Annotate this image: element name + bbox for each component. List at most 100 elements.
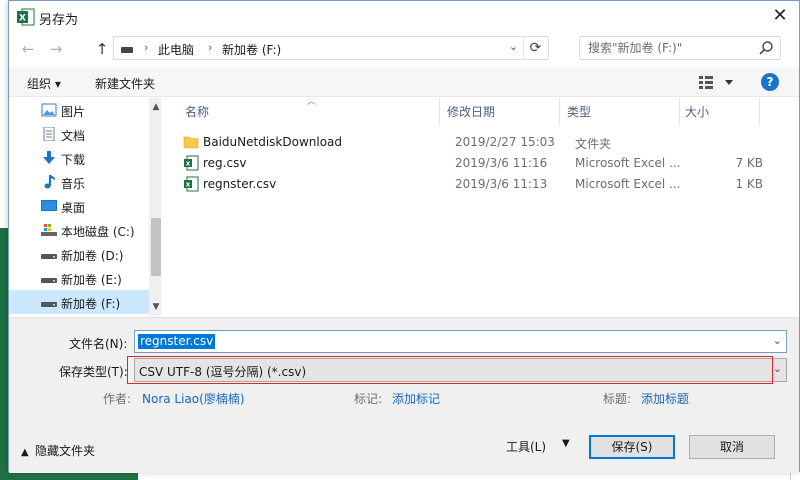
search-input[interactable]: [588, 41, 748, 55]
column-divider[interactable]: [679, 98, 680, 126]
refresh-icon: ⟳: [529, 40, 542, 56]
address-dropdown-icon[interactable]: ⌄: [509, 40, 518, 53]
change-view-button[interactable]: [697, 73, 737, 91]
navigation-pane-scrollbar[interactable]: ▲ ▼: [149, 98, 161, 316]
tools-dropdown-icon[interactable]: ▼: [562, 438, 570, 449]
sort-ascending-icon: ︿: [307, 97, 317, 107]
sidebar-item-label: 桌面: [61, 201, 86, 215]
documents-icon: [43, 127, 55, 141]
close-icon: ✕: [772, 5, 788, 26]
folder-icon: [183, 136, 199, 149]
column-divider[interactable]: [559, 98, 560, 126]
sidebar-item-local-disk-c[interactable]: 本地磁盘 (C:): [9, 218, 149, 242]
sidebar-item-drive-e[interactable]: 新加卷 (E:): [9, 266, 149, 290]
new-folder-button[interactable]: 新建文件夹: [95, 75, 155, 92]
drive-icon: [41, 278, 57, 283]
close-button[interactable]: ✕: [767, 5, 793, 29]
file-date: 2019/3/6 11:16: [455, 156, 548, 170]
sidebar-item-label: 音乐: [61, 177, 86, 191]
breadcrumb-separator: ›: [208, 41, 213, 54]
filename-field[interactable]: regnster.csv ⌄: [134, 330, 787, 353]
file-size: 1 KB: [735, 177, 763, 191]
sidebar-item-documents[interactable]: 文档: [9, 122, 149, 146]
breadcrumb-drive-f[interactable]: 新加卷 (F:): [222, 41, 281, 58]
svg-text:X: X: [19, 14, 26, 24]
file-date: 2019/2/27 15:03: [455, 135, 555, 149]
sidebar-item-desktop[interactable]: 桌面: [9, 194, 149, 218]
navigation-bar: ← → ↑ › 此电脑 › 新加卷 (F:) ⌄ ⟳: [9, 35, 799, 63]
save-button[interactable]: 保存(S): [589, 435, 675, 459]
sidebar-item-label: 下载: [61, 153, 86, 167]
column-header-size[interactable]: 大小: [685, 98, 709, 126]
local-disk-icon: [41, 224, 57, 236]
add-title-link[interactable]: 添加标题: [641, 390, 689, 407]
chevron-down-icon[interactable]: ⌄: [773, 362, 782, 375]
sidebar-item-drive-f[interactable]: 新加卷 (F:): [9, 290, 149, 314]
filetype-select[interactable]: CSV UTF-8 (逗号分隔) (*.csv) ⌄: [134, 358, 787, 382]
search-box[interactable]: [579, 36, 781, 60]
scroll-up-icon[interactable]: ▲: [149, 100, 161, 114]
chevron-down-icon[interactable]: ⌄: [773, 334, 782, 347]
svg-text:x: x: [186, 181, 191, 189]
file-type: Microsoft Excel ...: [575, 156, 681, 170]
file-row[interactable]: x reg.csv 2019/3/6 11:16 Microsoft Excel…: [181, 153, 781, 174]
column-header-date[interactable]: 修改日期: [447, 98, 495, 126]
add-tags-link[interactable]: 添加标记: [392, 390, 440, 407]
file-row[interactable]: x regnster.csv 2019/3/6 11:13 Microsoft …: [181, 174, 781, 195]
file-name: BaiduNetdiskDownload: [203, 135, 343, 149]
drive-icon: [41, 302, 57, 307]
sidebar-item-label: 新加卷 (E:): [61, 273, 122, 287]
sidebar-item-downloads[interactable]: 下载: [9, 146, 149, 170]
organize-menu[interactable]: 组织 ▾: [27, 75, 61, 92]
file-row[interactable]: BaiduNetdiskDownload 2019/2/27 15:03 文件夹: [181, 132, 781, 153]
sidebar-item-pictures[interactable]: 图片: [9, 98, 149, 122]
sidebar-item-drive-d[interactable]: 新加卷 (D:): [9, 242, 149, 266]
chevron-up-icon: ▲: [21, 447, 29, 458]
hide-folders-toggle[interactable]: ▲ 隐藏文件夹: [21, 442, 95, 459]
address-bar[interactable]: › 此电脑 › 新加卷 (F:) ⌄ ⟳: [113, 36, 549, 60]
author-label: 作者:: [103, 392, 132, 406]
breadcrumb-this-pc[interactable]: 此电脑: [158, 41, 194, 58]
scrollbar-thumb[interactable]: [151, 218, 161, 276]
filetype-label: 保存类型(T):: [59, 365, 128, 379]
cancel-button[interactable]: 取消: [689, 435, 775, 459]
file-type: Microsoft Excel ...: [575, 177, 681, 191]
drive-icon: [41, 254, 57, 259]
music-icon: [44, 175, 55, 189]
sidebar-item-label: 新加卷 (D:): [61, 249, 124, 263]
arrow-left-icon: ←: [21, 40, 35, 58]
forward-button[interactable]: →: [45, 38, 67, 60]
back-button[interactable]: ←: [17, 38, 39, 60]
svg-text:x: x: [186, 160, 191, 168]
sidebar-item-music[interactable]: 音乐: [9, 170, 149, 194]
filename-label: 文件名(N):: [69, 337, 128, 351]
sidebar-item-label: 新加卷 (F:): [61, 297, 121, 311]
sidebar-item-label: 文档: [61, 129, 86, 143]
file-name: regnster.csv: [203, 177, 277, 191]
pictures-icon: [41, 103, 57, 117]
filetype-value: CSV UTF-8 (逗号分隔) (*.csv): [139, 365, 307, 379]
title-label: 标题:: [603, 392, 632, 406]
column-divider[interactable]: [759, 98, 760, 126]
desktop-icon: [41, 200, 57, 211]
file-list: ︿ 名称 修改日期 类型 大小 BaiduNetdiskDownload 201…: [169, 97, 797, 316]
drive-icon: [121, 47, 133, 53]
command-toolbar: 组织 ▾ 新建文件夹 ?: [9, 67, 799, 97]
up-button[interactable]: ↑: [91, 38, 113, 60]
scroll-down-icon[interactable]: ▼: [149, 300, 161, 314]
title-bar: X 另存为 ✕: [9, 1, 799, 33]
column-divider[interactable]: [439, 98, 440, 126]
filename-value[interactable]: regnster.csv: [138, 334, 216, 349]
arrow-up-icon: ↑: [95, 40, 109, 58]
arrow-right-icon: →: [49, 40, 63, 58]
help-button[interactable]: ?: [761, 73, 779, 91]
view-list-icon: [699, 76, 733, 89]
column-header-name[interactable]: 名称: [185, 98, 209, 126]
refresh-button[interactable]: ⟳: [523, 37, 547, 59]
sidebar-item-label: 图片: [61, 105, 86, 119]
save-options-panel: 文件名(N): regnster.csv ⌄ 保存类型(T): CSV UTF-…: [9, 317, 799, 473]
column-header-type[interactable]: 类型: [567, 98, 591, 126]
author-value[interactable]: Nora Liao(廖楠楠): [142, 390, 245, 407]
navigation-pane: 图片 文档 下载 音乐 桌面 本地磁盘 (C:) 新加卷 (D:) 新加卷 (E…: [9, 98, 161, 316]
tools-menu[interactable]: 工具(L): [506, 438, 546, 455]
